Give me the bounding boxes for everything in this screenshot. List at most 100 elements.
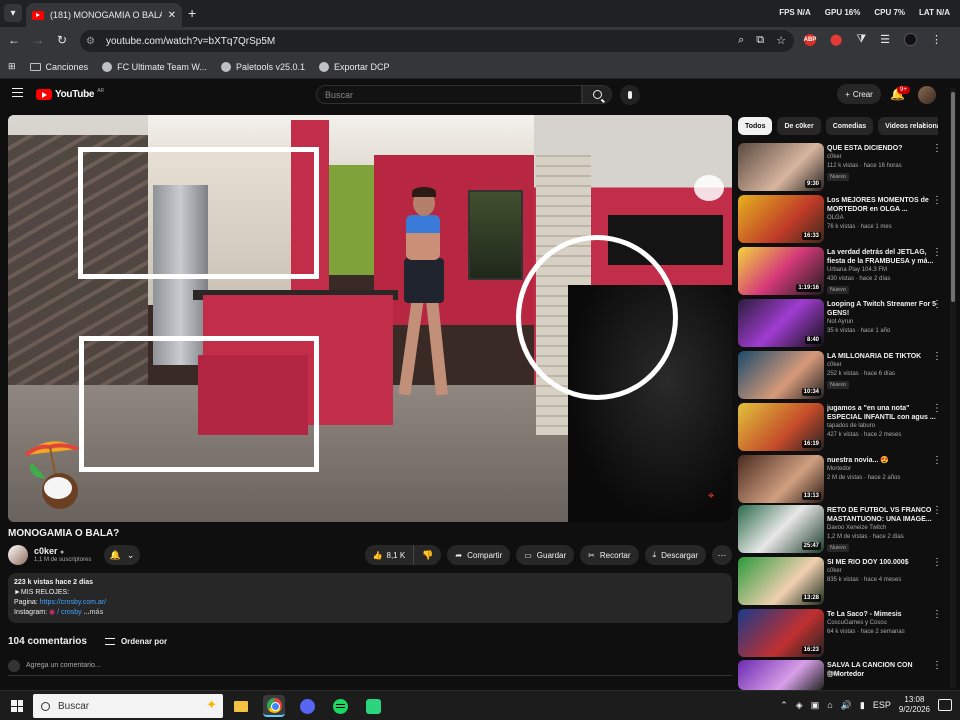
recommendation-channel[interactable]: c0ker [827, 568, 842, 574]
recommendation-channel[interactable]: Not Ayrun [827, 319, 853, 325]
tray-app-icon[interactable]: ◈ [796, 700, 803, 711]
recommendation-channel[interactable]: CoscuGames y Coscu [827, 620, 887, 626]
share-button[interactable]: ➦ Compartir [447, 545, 511, 565]
video-thumbnail[interactable]: 13:13 [738, 455, 824, 503]
recommendation-menu-icon[interactable]: ⋮ [932, 247, 942, 258]
guide-menu-icon[interactable] [12, 88, 23, 97]
taskbar-file-explorer[interactable] [230, 695, 252, 717]
extensions-puzzle-icon[interactable]: ⧩ [856, 33, 866, 46]
video-thumbnail[interactable]: 16:33 [738, 195, 824, 243]
recommendation-item[interactable]: 13:28 SI ME RIO DOY 100.000$ c0ker 835 k vi… [738, 557, 946, 605]
recommendation-item[interactable]: 8:40 Looping A Twitch Streamer For 5 GENS… [738, 299, 946, 347]
dislike-button[interactable]: 👎 [414, 545, 441, 565]
recommendation-menu-icon[interactable]: ⋮ [932, 351, 942, 362]
youtube-logo[interactable]: YouTube AR [36, 88, 104, 100]
like-button[interactable]: 👍 8,1 K [365, 545, 415, 565]
recommendation-title[interactable]: QUE ESTA DICIENDO? [827, 144, 937, 153]
chevron-right-icon[interactable]: › [922, 119, 926, 131]
recommendation-item[interactable]: 10:34 LA MILLONARIA DE TIKTOK c0ker 252 k v… [738, 351, 946, 399]
recommendation-channel[interactable]: Cuki [827, 671, 839, 677]
apps-grid-icon[interactable]: ⊞ [8, 61, 16, 72]
save-button[interactable]: ▭ Guardar [516, 545, 575, 565]
bookmark-exportar-dcp[interactable]: Exportar DCP [318, 61, 390, 72]
taskbar-spotify[interactable] [329, 695, 351, 717]
recommendation-item[interactable]: 13:13 nuestra novia... 😍 Mortedor 2 M de vi… [738, 455, 946, 503]
recommendation-menu-icon[interactable]: ⋮ [932, 403, 942, 414]
voice-search-button[interactable] [620, 85, 640, 105]
recommendation-title[interactable]: La verdad detrás del JETLAG, fiesta de l… [827, 248, 937, 266]
video-thumbnail[interactable]: 10:34 [738, 351, 824, 399]
add-comment-input[interactable]: Agrega un comentario... [8, 658, 732, 676]
recommendation-title[interactable]: LA MILLONARIA DE TIKTOK [827, 352, 937, 361]
video-thumbnail[interactable]: 9:30 [738, 143, 824, 191]
recommendation-item[interactable]: 25:47 RETO DE FUTBOL VS FRANCO MASTANTUON… [738, 505, 946, 553]
bookmark-paletools[interactable]: Paletools v25.0.1 [220, 61, 305, 72]
recommendation-title[interactable]: nuestra novia... 😍 [827, 456, 937, 465]
account-avatar[interactable] [918, 86, 936, 104]
url-text[interactable]: youtube.com/watch?v=bXTq7QrSp5M [106, 36, 275, 47]
recommendation-menu-icon[interactable]: ⋮ [932, 609, 942, 620]
chip-all[interactable]: Todos [738, 117, 773, 135]
recommendation-channel[interactable]: c0ker [827, 362, 842, 368]
recommendation-item[interactable]: 16:19 jugamos a "en una nota" ESPECIAL IN… [738, 403, 946, 451]
show-more-link[interactable]: ...más [84, 609, 104, 616]
recommendation-menu-icon[interactable]: ⋮ [932, 299, 942, 310]
recommendation-item[interactable]: 16:33 Los MEJORES MOMENTOS de MORTEDOR en… [738, 195, 946, 243]
recommendation-channel[interactable]: c0ker [827, 154, 842, 160]
notification-center-icon[interactable] [938, 699, 952, 711]
recommendation-title[interactable]: Los MEJORES MOMENTOS de MORTEDOR en OLGA… [827, 196, 937, 214]
recommendation-title[interactable]: Looping A Twitch Streamer For 5 GENS! [827, 300, 937, 318]
recommendation-title[interactable]: SI ME RIO DOY 100.000$ [827, 558, 937, 567]
sort-comments-button[interactable]: Ordenar por [104, 637, 167, 646]
recommendation-channel[interactable]: tapados de laburo [827, 423, 875, 429]
description-link[interactable]: https://crosby.com.ar/ [40, 599, 106, 606]
recommendation-item[interactable]: 9:30 QUE ESTA DICIENDO? c0ker 112 k vistas … [738, 143, 946, 191]
recommendation-menu-icon[interactable]: ⋮ [932, 143, 942, 154]
recommendation-menu-icon[interactable]: ⋮ [932, 557, 942, 568]
taskbar-green-app[interactable] [362, 695, 384, 717]
search-button[interactable] [582, 85, 612, 104]
windows-start-icon[interactable] [11, 700, 23, 712]
video-thumbnail[interactable]: 25:47 [738, 505, 824, 553]
channel-avatar[interactable] [8, 545, 28, 565]
scrollbar-thumb[interactable] [951, 92, 955, 302]
tab-search-chevron-icon[interactable]: ▾ [4, 4, 22, 22]
language-indicator[interactable]: ESP [873, 700, 891, 710]
extension-red-icon[interactable]: ⬤ [830, 33, 842, 46]
clip-button[interactable]: ✂ Recortar [580, 545, 639, 565]
new-tab-plus-icon[interactable]: + [188, 5, 196, 21]
browser-menu-icon[interactable]: ⋮ [931, 33, 942, 46]
channel-name[interactable]: c0ker ● [34, 546, 64, 556]
bookmark-fc-ultimate[interactable]: FC Ultimate Team W... [102, 61, 207, 72]
profile-avatar-icon[interactable] [904, 33, 917, 46]
chip-from-channel[interactable]: De c0ker [777, 117, 821, 135]
download-button[interactable]: ⤓ Descargar [644, 545, 706, 565]
reading-list-icon[interactable]: ☰ [880, 33, 890, 46]
taskbar-clock[interactable]: 13:08 9/2/2026 [899, 695, 930, 715]
video-thumbnail[interactable]: 1:19:16 [738, 247, 824, 295]
recommendation-channel[interactable]: Davoo Xeneize Twitch [827, 525, 886, 531]
install-app-icon[interactable]: ⧉ [756, 34, 764, 47]
taskbar-discord[interactable] [296, 695, 318, 717]
search-input[interactable]: Buscar [316, 85, 582, 104]
tray-app-icon[interactable]: ▣ [811, 700, 820, 711]
tray-overflow-chevron-icon[interactable]: ⌃ [780, 700, 788, 711]
forward-arrow-icon[interactable]: → [30, 33, 46, 47]
zoom-icon[interactable]: ⌕ [738, 34, 744, 47]
bookmark-star-icon[interactable]: ☆ [776, 34, 786, 47]
video-thumbnail[interactable] [738, 660, 824, 690]
recommendation-item[interactable]: 16:23 Te La Saco? - Mimesis CoscuGames y C… [738, 609, 946, 657]
description-box[interactable]: 223 k vistas hace 2 días ►MIS RELOJES: P… [8, 573, 732, 623]
recommendation-menu-icon[interactable]: ⋮ [932, 505, 942, 516]
bookmark-canciones[interactable]: Canciones [29, 62, 88, 72]
site-settings-icon[interactable]: ⚙ [86, 36, 100, 47]
recommendation-channel[interactable]: Mortedor [827, 466, 851, 472]
taskbar-chrome[interactable] [263, 695, 285, 717]
recommendation-menu-icon[interactable]: ⋮ [932, 195, 942, 206]
channel-watermark-icon[interactable]: ⌖ [708, 490, 722, 504]
recommendation-title[interactable]: Te La Saco? - Mimesis [827, 610, 937, 619]
reload-icon[interactable]: ↻ [54, 33, 70, 47]
video-thumbnail[interactable]: 13:28 [738, 557, 824, 605]
recommendation-menu-icon[interactable]: ⋮ [932, 660, 942, 671]
subscribed-button[interactable]: 🔔 ⌄ [104, 545, 140, 565]
